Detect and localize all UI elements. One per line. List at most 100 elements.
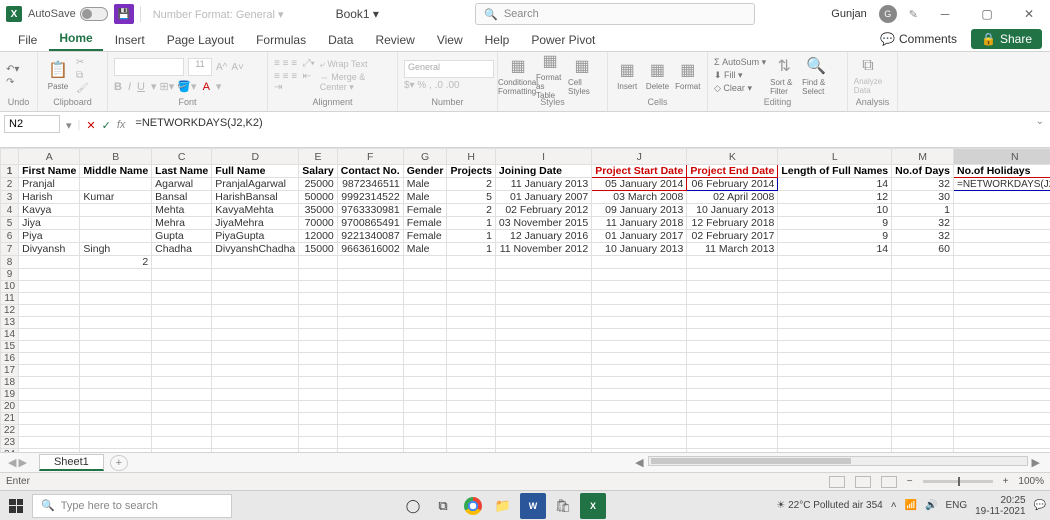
- format-as-table-button[interactable]: ▦Format as Table: [536, 59, 564, 93]
- cell-A19[interactable]: [19, 389, 80, 401]
- col-header-I[interactable]: I: [495, 149, 591, 165]
- cell-H11[interactable]: [447, 293, 495, 305]
- formatpainter-icon[interactable]: 🖌: [76, 83, 89, 94]
- row-header[interactable]: 22: [1, 425, 19, 437]
- cell-D17[interactable]: [212, 365, 299, 377]
- cell-L9[interactable]: [778, 269, 892, 281]
- cell-G18[interactable]: [403, 377, 447, 389]
- cell-H22[interactable]: [447, 425, 495, 437]
- cell-M23[interactable]: [892, 437, 954, 449]
- cell-N12[interactable]: [953, 305, 1050, 317]
- cell-I12[interactable]: [495, 305, 591, 317]
- cell-A20[interactable]: [19, 401, 80, 413]
- cell-M10[interactable]: [892, 281, 954, 293]
- cell-L3[interactable]: 12: [778, 191, 892, 204]
- row-header[interactable]: 16: [1, 353, 19, 365]
- cell-H13[interactable]: [447, 317, 495, 329]
- cell-G13[interactable]: [403, 317, 447, 329]
- cell-F5[interactable]: 9700865491: [337, 217, 403, 230]
- cell-M16[interactable]: [892, 353, 954, 365]
- cell-E23[interactable]: [299, 437, 338, 449]
- cell-F24[interactable]: [337, 449, 403, 453]
- cell-F15[interactable]: [337, 341, 403, 353]
- cell-K16[interactable]: [687, 353, 778, 365]
- cell-I16[interactable]: [495, 353, 591, 365]
- cell-L8[interactable]: [778, 256, 892, 269]
- zoom-slider[interactable]: [923, 480, 993, 483]
- cell-L13[interactable]: [778, 317, 892, 329]
- cell-M7[interactable]: 60: [892, 243, 954, 256]
- wifi-icon[interactable]: 📶: [905, 500, 917, 511]
- header-cell[interactable]: No.of Holidays: [953, 165, 1050, 178]
- cell-H10[interactable]: [447, 281, 495, 293]
- autosum-button[interactable]: Σ AutoSum ▾: [714, 57, 766, 68]
- cell-H8[interactable]: [447, 256, 495, 269]
- cell-L22[interactable]: [778, 425, 892, 437]
- cell-C15[interactable]: [152, 341, 212, 353]
- cell-I23[interactable]: [495, 437, 591, 449]
- font-family-select[interactable]: [114, 58, 184, 76]
- cell-E18[interactable]: [299, 377, 338, 389]
- cell-L7[interactable]: 14: [778, 243, 892, 256]
- cell-D24[interactable]: [212, 449, 299, 453]
- cell-C13[interactable]: [152, 317, 212, 329]
- cell-A11[interactable]: [19, 293, 80, 305]
- cell-L23[interactable]: [778, 437, 892, 449]
- cell-E13[interactable]: [299, 317, 338, 329]
- cell-C10[interactable]: [152, 281, 212, 293]
- cell-C3[interactable]: Bansal: [152, 191, 212, 204]
- cell-I6[interactable]: 12 January 2016: [495, 230, 591, 243]
- zoom-level[interactable]: 100%: [1018, 476, 1044, 487]
- cell-J15[interactable]: [592, 341, 687, 353]
- cell-D11[interactable]: [212, 293, 299, 305]
- cell-L21[interactable]: [778, 413, 892, 425]
- cell-F20[interactable]: [337, 401, 403, 413]
- cell-A14[interactable]: [19, 329, 80, 341]
- cell-D18[interactable]: [212, 377, 299, 389]
- cell-F22[interactable]: [337, 425, 403, 437]
- tab-view[interactable]: View: [427, 29, 473, 51]
- row-header[interactable]: 10: [1, 281, 19, 293]
- cell-G12[interactable]: [403, 305, 447, 317]
- cell-N22[interactable]: [953, 425, 1050, 437]
- tab-file[interactable]: File: [8, 29, 47, 51]
- cell-L19[interactable]: [778, 389, 892, 401]
- cell-E24[interactable]: [299, 449, 338, 453]
- row-header[interactable]: 11: [1, 293, 19, 305]
- cell-N18[interactable]: [953, 377, 1050, 389]
- row-header[interactable]: 2: [1, 178, 19, 191]
- cell-D5[interactable]: JiyaMehra: [212, 217, 299, 230]
- cell-E2[interactable]: 25000: [299, 178, 338, 191]
- cell-C8[interactable]: [152, 256, 212, 269]
- row-header[interactable]: 8: [1, 256, 19, 269]
- cell-H20[interactable]: [447, 401, 495, 413]
- cell-B10[interactable]: [80, 281, 152, 293]
- cell-L24[interactable]: [778, 449, 892, 453]
- cell-F23[interactable]: [337, 437, 403, 449]
- cell-D8[interactable]: [212, 256, 299, 269]
- cell-I14[interactable]: [495, 329, 591, 341]
- tab-review[interactable]: Review: [365, 29, 424, 51]
- cell-C19[interactable]: [152, 389, 212, 401]
- row-header[interactable]: 12: [1, 305, 19, 317]
- conditional-formatting-button[interactable]: ▦Conditional Formatting: [504, 59, 532, 93]
- cell-N9[interactable]: [953, 269, 1050, 281]
- cell-J19[interactable]: [592, 389, 687, 401]
- cell-I3[interactable]: 01 January 2007: [495, 191, 591, 204]
- cell-C22[interactable]: [152, 425, 212, 437]
- toggle-off-icon[interactable]: [80, 7, 108, 21]
- tab-formulas[interactable]: Formulas: [246, 29, 316, 51]
- cell-J10[interactable]: [592, 281, 687, 293]
- cell-D2[interactable]: PranjalAgarwal: [212, 178, 299, 191]
- cell-styles-button[interactable]: ▦Cell Styles: [568, 59, 596, 93]
- cell-L14[interactable]: [778, 329, 892, 341]
- cell-N23[interactable]: [953, 437, 1050, 449]
- sheet-nav-next-icon[interactable]: ▶: [18, 456, 26, 469]
- cell-B24[interactable]: [80, 449, 152, 453]
- cell-F14[interactable]: [337, 329, 403, 341]
- start-button[interactable]: [4, 494, 28, 518]
- view-pagelayout-button[interactable]: [855, 476, 871, 488]
- wrap-text-button[interactable]: ⤶ Wrap Text: [320, 59, 391, 70]
- cell-A22[interactable]: [19, 425, 80, 437]
- cell-I4[interactable]: 02 February 2012: [495, 204, 591, 217]
